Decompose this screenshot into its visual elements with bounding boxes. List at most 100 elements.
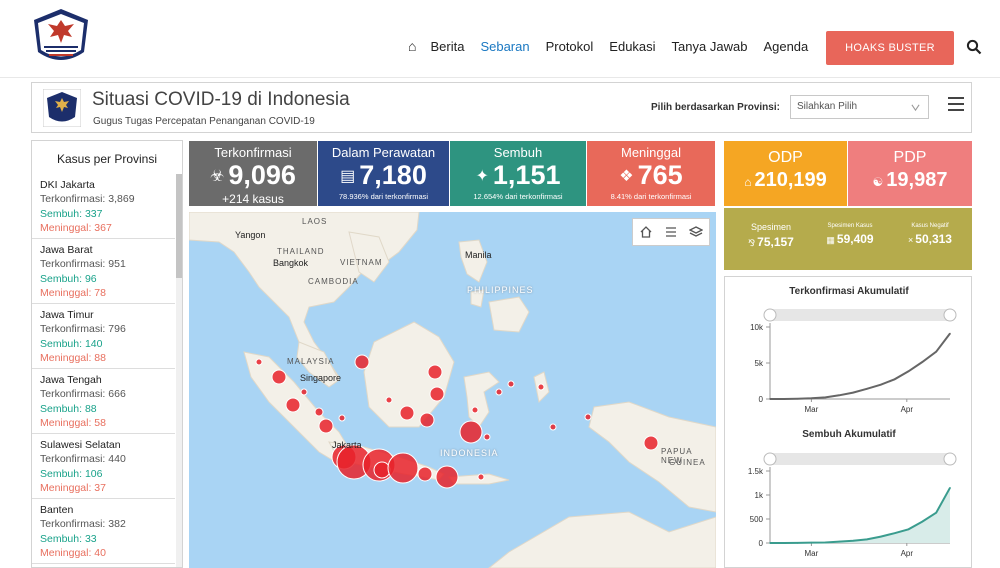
home-icon[interactable]: ⌂ [408,38,416,54]
range-slider-track [770,309,950,321]
cases-map[interactable]: LAOS Yangon THAILAND Bangkok VIETNAM CAM… [189,212,716,568]
case-bubble [459,420,483,444]
data-point [893,378,896,381]
dashboard-header: Situasi COVID-19 di Indonesia Gugus Tuga… [31,82,972,133]
scrollbar-thumb[interactable] [176,174,182,278]
list-item[interactable]: Banten Terkonfirmasi: 382 Sembuh: 33 Men… [32,499,175,564]
province-cases-panel: Kasus per Provinsi DKI Jakarta Terkonfir… [31,140,183,568]
data-point [824,541,827,544]
data-point [893,532,896,535]
data-point [879,535,882,538]
case-bubble [584,413,592,421]
nav-item-tanya-jawab[interactable]: Tanya Jawab [672,39,748,54]
dashboard-title: Situasi COVID-19 di Indonesia [92,89,350,110]
patient-icon: ☯ [872,175,884,189]
province-panel-title: Kasus per Provinsi [56,152,158,166]
data-point [949,486,951,489]
province-name: DKI Jakarta [40,179,95,191]
confirmed-increase: +214 kasus [222,192,284,207]
negative-cases-label: Kasus Negatif [911,223,949,229]
document-icon: ▦ [826,235,835,245]
nav-item-edukasi[interactable]: Edukasi [609,39,655,54]
data-point [783,398,785,400]
recovered-label: Sembuh [493,145,543,160]
map-label-singapore: Singapore [300,373,342,383]
map-canvas[interactable] [189,212,716,568]
range-slider-handle-left [763,452,777,466]
data-point [866,388,868,390]
list-icon[interactable] [664,225,678,239]
specimen-stat-tile: Spesimen ⅋ 75,157 Spesimen Kasus ▦ 59,409 … [724,208,972,270]
data-point [810,397,813,400]
x-tick-label: Mar [805,405,819,414]
home-view-icon[interactable] [639,225,653,239]
list-item[interactable]: Sulawesi Selatan Terkonfirmasi: 440 Semb… [32,434,175,499]
province-recovered: Sembuh: 33 [40,532,97,545]
menu-icon[interactable] [948,97,964,113]
province-confirmed: Terkonfirmasi: 440 [40,453,126,466]
house-icon: ⌂ [744,175,752,189]
person-icon: ✦ [475,168,489,186]
search-icon[interactable] [966,39,982,55]
data-point [769,398,771,400]
specimen-label: Spesimen [750,222,792,232]
province-deaths: Meninggal: 78 [40,286,106,299]
nav-item-agenda[interactable]: Agenda [763,39,808,54]
layers-icon[interactable] [689,225,704,239]
data-point [949,332,951,335]
main-nav: ⌂ Berita Sebaran Protokol Edukasi Tanya … [408,38,824,54]
deaths-label: Meninggal [621,145,681,160]
specimen-column: Spesimen ⅋ 75,157 [732,208,810,249]
hospital-bed-icon: ▤ [340,168,356,186]
x-tick-label: Apr [901,549,914,558]
case-bubble [318,418,334,434]
dashboard-subtitle: Gugus Tugas Percepatan Penanganan COVID-… [93,116,315,127]
province-list-scrollbar[interactable] [176,174,182,567]
province-deaths: Meninggal: 58 [40,416,106,429]
province-select[interactable]: Silahkan Pilih [790,95,929,119]
nav-item-berita[interactable]: Berita [430,39,464,54]
case-bubble [429,386,445,402]
nav-item-protokol[interactable]: Protokol [546,39,594,54]
case-bubble [300,388,308,396]
province-confirmed: Terkonfirmasi: 951 [40,258,126,271]
range-slider-handle-right [943,308,957,322]
province-list: DKI Jakarta Terkonfirmasi: 3,869 Sembuh:… [32,174,175,564]
y-tick-label: 500 [750,515,764,524]
recovered-cumulative-chart[interactable]: 0 500 1k 1.5k Mar Apr [725,451,973,566]
province-recovered: Sembuh: 106 [40,467,103,480]
series-line [770,332,951,400]
hoaks-buster-button[interactable]: HOAKS BUSTER [826,31,954,65]
case-bubble [285,397,301,413]
province-filter-label: Pilih berdasarkan Provinsi: [651,102,780,113]
confirmed-cumulative-chart[interactable]: 0 5k 10k Mar Apr [725,307,973,422]
y-tick-label: 10k [750,323,764,332]
specimen-cases-value: 59,409 [836,232,874,246]
province-name: Sulawesi Selatan [40,439,121,451]
range-slider-handle-left [763,308,777,322]
map-label-indonesia: INDONESIA [440,448,499,458]
confirmed-value: 9,096 [228,160,296,190]
case-bubble [507,380,515,388]
list-item[interactable]: Jawa Timur Terkonfirmasi: 796 Sembuh: 14… [32,304,175,369]
case-bubble [477,473,485,481]
province-recovered: Sembuh: 88 [40,402,97,415]
nav-item-sebaran[interactable]: Sebaran [480,39,529,54]
list-item[interactable]: DKI Jakarta Terkonfirmasi: 3,869 Sembuh:… [32,174,175,239]
gugus-tugas-logo[interactable] [30,6,92,68]
province-recovered: Sembuh: 96 [40,272,97,285]
map-label-thailand: THAILAND [277,247,325,256]
list-item[interactable]: Jawa Barat Terkonfirmasi: 951 Sembuh: 96… [32,239,175,304]
specimen-cases-column: Spesimen Kasus ▦ 59,409 [810,208,890,246]
recovered-percentage: 12.654% dari terkonfirmasi [473,192,563,202]
data-point [824,396,827,399]
y-tick-label: 1.5k [748,467,764,476]
data-point [935,511,937,514]
case-bubble [385,396,393,404]
map-toolbar [632,218,710,246]
map-label-manila: Manila [465,250,492,260]
list-item[interactable]: Jawa Tengah Terkonfirmasi: 666 Sembuh: 8… [32,369,175,434]
in-care-value: 7,180 [359,160,427,190]
data-point [852,539,854,542]
province-deaths: Meninggal: 37 [40,481,106,494]
